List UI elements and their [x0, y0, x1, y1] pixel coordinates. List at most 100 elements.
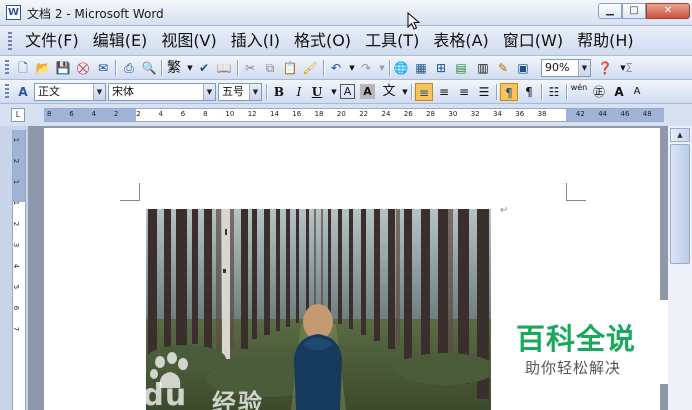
maximize-button[interactable]: □ [622, 3, 646, 19]
numbering-icon[interactable]: ☷ [545, 83, 563, 101]
baidu-watermark-text: Baidu [86, 378, 188, 410]
toolbar-grip[interactable] [5, 84, 9, 100]
rtl-text-direction-icon[interactable]: ¶ [520, 83, 538, 101]
insert-table-icon[interactable]: ⊞ [432, 59, 450, 77]
columns-icon[interactable]: ▥ [474, 59, 492, 77]
tables-borders-icon[interactable]: ▦ [412, 59, 430, 77]
close-button[interactable]: ✕ [646, 3, 690, 19]
email-icon[interactable]: ✉ [94, 59, 112, 77]
menu-file[interactable]: 文件(F) [18, 31, 86, 51]
menu-help[interactable]: 帮助(H) [570, 31, 641, 51]
vertical-ruler-tick: 1 [12, 179, 21, 185]
phonetic-guide-button[interactable]: wén [570, 83, 588, 101]
ruler-tick: 8 [47, 110, 52, 118]
save-icon[interactable]: 💾 [54, 59, 72, 77]
crop-mark-top-left [120, 183, 140, 201]
spelling-icon[interactable]: ✔ [195, 59, 213, 77]
menu-table[interactable]: 表格(A) [426, 31, 495, 51]
style-select[interactable]: 正文 ▼ [34, 83, 106, 101]
ruler-tick: 48 [642, 110, 652, 118]
menu-insert[interactable]: 插入(I) [224, 31, 287, 51]
grow-font-button[interactable]: A [610, 83, 628, 101]
bold-button[interactable]: B [270, 83, 288, 101]
ruler-tick: 26 [403, 110, 413, 118]
menu-grip[interactable] [8, 32, 12, 50]
ruler-tick: 24 [381, 110, 391, 118]
hyperlink-icon[interactable]: 🌐 [392, 59, 410, 77]
help-icon[interactable]: ❓ [596, 59, 614, 77]
distributed-align-icon[interactable]: ☰ [475, 83, 493, 101]
underline-button[interactable]: U [308, 83, 326, 101]
align-center-icon[interactable]: ≡ [435, 83, 453, 101]
vertical-ruler-tick: 7 [12, 326, 21, 332]
horizontal-ruler[interactable]: 8 6 4 2 2 4 6 8 10 12 14 16 18 20 22 24 26 28 30 32 34 36 38 42… [44, 108, 664, 122]
menu-format[interactable]: 格式(O) [287, 31, 358, 51]
toolbar-separator [237, 60, 238, 76]
permission-icon[interactable]: ⛒ [74, 59, 92, 77]
left-margin-area [44, 109, 136, 121]
ruler-tick: 4 [158, 110, 163, 118]
copy-icon[interactable]: ⧉ [261, 59, 279, 77]
paste-icon[interactable]: 📋 [281, 59, 299, 77]
scroll-thumb[interactable] [670, 144, 690, 264]
tab-selector[interactable]: L [11, 108, 25, 122]
vertical-ruler-tick: 1 [12, 200, 21, 206]
menu-tools[interactable]: 工具(T) [358, 31, 426, 51]
baike-subtitle: 助你轻松解决 [525, 359, 622, 377]
toolbar-grip[interactable] [5, 60, 9, 76]
vertical-ruler-tick: 4 [12, 263, 21, 269]
crop-mark-top-right [566, 183, 586, 201]
vertical-ruler[interactable]: 1 2 1 1 2 3 4 5 6 7 [12, 130, 26, 410]
menu-window[interactable]: 窗口(W) [496, 31, 570, 51]
font-select[interactable]: 宋体 ▼ [108, 83, 216, 101]
insert-excel-icon[interactable]: ▤ [452, 59, 470, 77]
vertical-ruler-tick: 6 [12, 305, 21, 311]
vertical-scrollbar[interactable]: ▲ [668, 126, 692, 410]
chevron-down-icon[interactable]: ▼ [93, 84, 105, 100]
character-border-button[interactable]: A [340, 84, 355, 99]
format-painter-icon[interactable]: 🖌 [301, 59, 319, 77]
ruler-tick: 10 [225, 110, 235, 118]
baike-watermark: 百科全说 助你轻松解决 [492, 300, 668, 384]
cut-icon[interactable]: ✂ [241, 59, 259, 77]
minimize-button[interactable]: ▁ [598, 3, 622, 19]
ruler-tick: 20 [336, 110, 346, 118]
ruler-tick: 36 [515, 110, 525, 118]
font-size-value: 五号 [222, 85, 244, 98]
font-size-select[interactable]: 五号 ▼ [218, 83, 262, 101]
new-document-icon[interactable]: 🗋 [14, 59, 32, 77]
ruler-tick: 14 [270, 110, 279, 118]
print-icon[interactable]: ⎙ [120, 59, 138, 77]
align-right-icon[interactable]: ≡ [455, 83, 473, 101]
chevron-down-icon[interactable]: ▼ [203, 84, 215, 100]
ruler-tick: 28 [426, 110, 436, 118]
ltr-text-direction-icon[interactable]: ¶ [500, 83, 518, 101]
open-folder-icon[interactable]: 📂 [34, 59, 52, 77]
chevron-down-icon[interactable]: ▼ [249, 84, 261, 100]
drawing-icon[interactable]: ✎ [494, 59, 512, 77]
toolbar-separator [161, 60, 162, 76]
word-app-icon[interactable]: W [6, 5, 21, 20]
italic-button[interactable]: I [290, 83, 308, 101]
research-icon[interactable]: 📖 [215, 59, 233, 77]
align-justify-icon[interactable]: ≡ [415, 83, 433, 101]
styles-pane-icon[interactable]: A [14, 83, 32, 101]
zoom-select[interactable]: 90% ▼ [541, 59, 591, 77]
ruler-tick: 18 [314, 110, 324, 118]
window-title: 文档 2 - Microsoft Word [27, 7, 164, 21]
vertical-ruler-tick: 2 [12, 221, 21, 227]
ruler-tick: 6 [69, 110, 74, 118]
document-map-icon[interactable]: ▣ [514, 59, 532, 77]
chevron-down-icon[interactable]: ▼ [578, 60, 590, 76]
sigma-icon[interactable]: Σ [620, 59, 638, 77]
menu-edit[interactable]: 编辑(E) [86, 31, 155, 51]
character-shading-button[interactable]: A [360, 84, 375, 99]
enclose-characters-icon[interactable]: ㊣ [590, 83, 608, 101]
print-preview-icon[interactable]: 🔍 [140, 59, 158, 77]
ruler-tick: 44 [598, 110, 608, 118]
inserted-forest-image[interactable] [146, 209, 491, 410]
scroll-up-button[interactable]: ▲ [670, 128, 690, 142]
ruler-tick: 38 [537, 110, 547, 118]
menu-view[interactable]: 视图(V) [154, 31, 223, 51]
shrink-font-button[interactable]: A [628, 83, 646, 101]
